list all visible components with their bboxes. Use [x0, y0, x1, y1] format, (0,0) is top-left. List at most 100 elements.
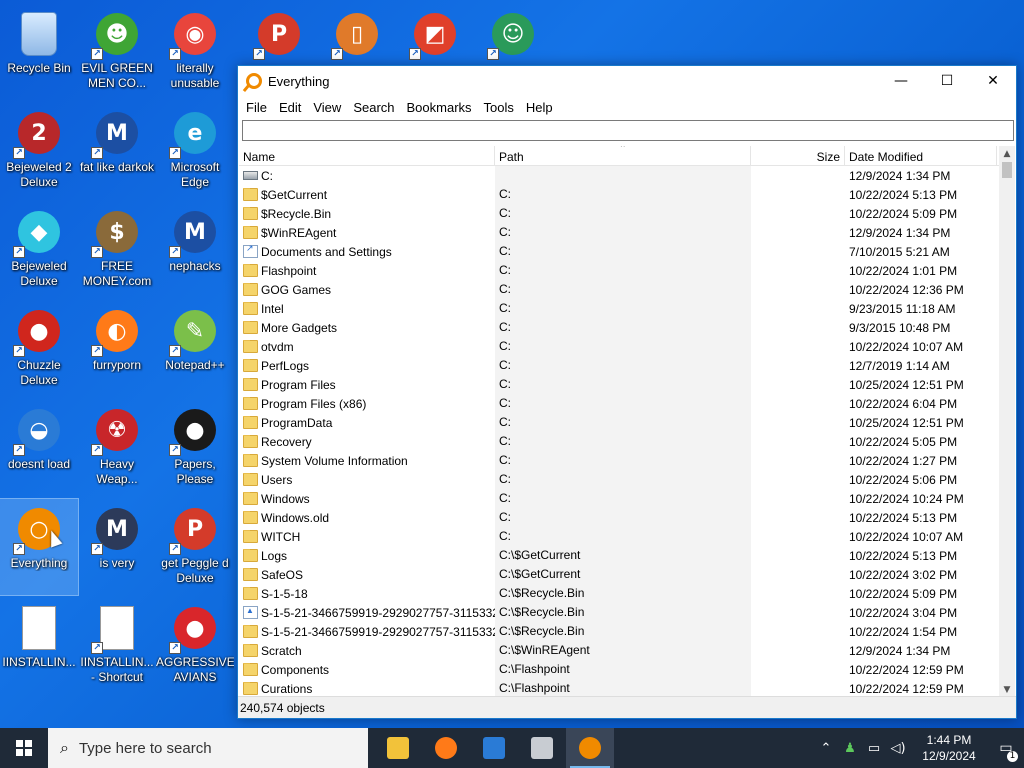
table-row[interactable]: GOG Games C: 10/22/2024 12:36 PM [239, 280, 1015, 299]
table-row[interactable]: S-1-5-21-3466759919-2929027757-3115332..… [239, 603, 1015, 622]
desktop-icon[interactable]: ✎ ↗ Notepad++ [156, 301, 234, 397]
taskbar-app-generic-app[interactable] [518, 728, 566, 768]
minimize-button[interactable]: — [878, 66, 924, 96]
desktop-icon[interactable]: IINSTALLIN... [0, 598, 78, 694]
notifications-icon[interactable]: ▭ 1 [988, 740, 1024, 762]
table-row[interactable]: Program Files C: 10/25/2024 12:51 PM [239, 375, 1015, 394]
table-row[interactable]: Components C:\Flashpoint 10/22/2024 12:59 … [239, 660, 1015, 679]
table-row[interactable]: Scratch C:\$WinREAgent 12/9/2024 1:34 PM [239, 641, 1015, 660]
cell-path: C: [495, 337, 751, 356]
maximize-button[interactable]: ☐ [924, 66, 970, 96]
table-row[interactable]: Windows.old C: 10/22/2024 5:13 PM [239, 508, 1015, 527]
table-row[interactable]: PerfLogs C: 12/7/2019 1:14 AM [239, 356, 1015, 375]
menu-bookmarks[interactable]: Bookmarks [401, 100, 478, 115]
taskbar-search-box[interactable]: ⌕ Type here to search [48, 728, 368, 768]
show-hidden-icons-icon[interactable]: ⌃ [814, 741, 838, 756]
taskbar-app-file-explorer[interactable] [374, 728, 422, 768]
cell-name: Intel [239, 301, 495, 316]
vertical-scrollbar[interactable]: ▲ ▼ [999, 146, 1015, 698]
start-button[interactable] [0, 728, 48, 768]
menu-search[interactable]: Search [347, 100, 400, 115]
table-row[interactable]: $GetCurrent C: 10/22/2024 5:13 PM [239, 185, 1015, 204]
desktop-icon[interactable]: $ ↗ FREE MONEY.com [78, 202, 156, 298]
desktop-icon[interactable]: ☻ ↗ EVIL GREEN MEN CO... [78, 4, 156, 100]
table-row[interactable]: SafeOS C:\$GetCurrent 10/22/2024 3:02 PM [239, 565, 1015, 584]
desktop-icon[interactable]: ◒ ↗ doesnt load [0, 400, 78, 496]
desktop-icon-image: ◒ ↗ [13, 406, 63, 456]
desktop-icon[interactable]: ● ↗ Papers, Please [156, 400, 234, 496]
network-icon[interactable]: ▭ [862, 741, 886, 756]
cell-date-modified: 10/25/2024 12:51 PM [849, 377, 964, 392]
table-row[interactable]: Users C: 10/22/2024 5:06 PM [239, 470, 1015, 489]
desktop-icon[interactable]: 2 ↗ Bejeweled 2 Deluxe [0, 103, 78, 199]
menu-view[interactable]: View [307, 100, 347, 115]
shortcut-arrow-icon: ↗ [169, 48, 181, 60]
people-icon[interactable]: ♟ [838, 741, 862, 756]
table-row[interactable]: Intel C: 9/23/2015 11:18 AM [239, 299, 1015, 318]
table-row[interactable]: ProgramData C: 10/25/2024 12:51 PM [239, 413, 1015, 432]
search-input[interactable] [242, 120, 1014, 141]
table-row[interactable]: C: 12/9/2024 1:34 PM [239, 166, 1015, 185]
menu-help[interactable]: Help [520, 100, 559, 115]
table-row[interactable]: Logs C:\$GetCurrent 10/22/2024 5:13 PM [239, 546, 1015, 565]
desktop-icon-label: furryporn [92, 358, 142, 372]
cell-name: Flashpoint [239, 263, 495, 278]
desktop-icon[interactable]: M ↗ nephacks [156, 202, 234, 298]
table-row[interactable]: $WinREAgent C: 12/9/2024 1:34 PM [239, 223, 1015, 242]
table-row[interactable]: Documents and Settings C: 7/10/2015 5:21 A… [239, 242, 1015, 261]
table-row[interactable]: S-1-5-18 C:\$Recycle.Bin 10/22/2024 5:09 P… [239, 584, 1015, 603]
table-row[interactable]: Windows C: 10/22/2024 10:24 PM [239, 489, 1015, 508]
desktop-icon-label: doesnt load [7, 457, 71, 471]
scroll-thumb[interactable] [1002, 162, 1012, 178]
title-bar[interactable]: Everything — ☐ ✕ [238, 66, 1016, 96]
close-button[interactable]: ✕ [970, 66, 1016, 96]
table-row[interactable]: S-1-5-21-3466759919-2929027757-3115332..… [239, 622, 1015, 641]
taskbar-app-everything[interactable] [566, 728, 614, 768]
column-header-name[interactable]: Name [239, 146, 495, 166]
column-header-size[interactable]: Size [751, 146, 845, 166]
menu-file[interactable]: File [240, 100, 273, 115]
table-row[interactable]: $Recycle.Bin C: 10/22/2024 5:09 PM [239, 204, 1015, 223]
desktop-icon[interactable]: P ↗ [240, 4, 318, 64]
folder-icon [243, 548, 258, 562]
desktop-icon[interactable]: ◐ ↗ furryporn [78, 301, 156, 397]
taskbar-app-firefox[interactable] [422, 728, 470, 768]
window-title: Everything [268, 73, 330, 89]
desktop-icon[interactable]: ● ↗ AGGRESSIVE AVIANS [156, 598, 234, 694]
cell-path: C: [495, 413, 751, 432]
cell-name: Scratch [239, 643, 495, 658]
desktop-icon[interactable]: ☢ ↗ Heavy Weap... [78, 400, 156, 496]
desktop-icon-image [15, 604, 63, 652]
volume-icon[interactable]: ◁) [886, 741, 910, 756]
cell-date-modified: 10/22/2024 5:13 PM [849, 510, 958, 525]
table-row[interactable]: Flashpoint C: 10/22/2024 1:01 PM [239, 261, 1015, 280]
cell-path: C: [495, 451, 751, 470]
desktop-icon[interactable]: ↗ IINSTALLIN... - Shortcut [78, 598, 156, 694]
desktop-icon[interactable]: M ↗ fat like darkok [78, 103, 156, 199]
folder-icon [243, 662, 258, 676]
desktop-icon[interactable]: ○ ↗ Everything [0, 498, 79, 596]
desktop-icon[interactable]: ◩ ↗ [396, 4, 474, 64]
desktop-icon[interactable]: P ↗ get Peggle d Deluxe [156, 499, 234, 595]
desktop-icon[interactable]: e ↗ Microsoft Edge [156, 103, 234, 199]
scroll-up-icon[interactable]: ▲ [999, 146, 1015, 162]
desktop-icon[interactable]: ▯ ↗ [318, 4, 396, 64]
table-row[interactable]: More Gadgets C: 9/3/2015 10:48 PM [239, 318, 1015, 337]
desktop-icon[interactable]: M ↗ is very [78, 499, 156, 595]
column-header-date-modified[interactable]: Date Modified [845, 146, 997, 166]
table-row[interactable]: WITCH C: 10/22/2024 10:07 AM [239, 527, 1015, 546]
taskbar-app-photos[interactable] [470, 728, 518, 768]
desktop-icon[interactable]: ● ↗ Chuzzle Deluxe [0, 301, 78, 397]
table-row[interactable]: Recovery C: 10/22/2024 5:05 PM [239, 432, 1015, 451]
desktop-icon[interactable]: ◆ ↗ Bejeweled Deluxe [0, 202, 78, 298]
desktop-icon[interactable]: Recycle Bin [0, 4, 78, 100]
table-row[interactable]: Program Files (x86) C: 10/22/2024 6:04 PM [239, 394, 1015, 413]
desktop-icon[interactable]: ◉ ↗ literally unusable [156, 4, 234, 100]
menu-tools[interactable]: Tools [478, 100, 520, 115]
clock[interactable]: 1:44 PM 12/9/2024 [910, 732, 988, 764]
table-row[interactable]: System Volume Information C: 10/22/2024 1:… [239, 451, 1015, 470]
table-row[interactable]: otvdm C: 10/22/2024 10:07 AM [239, 337, 1015, 356]
menu-edit[interactable]: Edit [273, 100, 307, 115]
desktop-icon[interactable]: ☺ ↗ [474, 4, 552, 64]
desktop-icon-label: Bejeweled 2 Deluxe [6, 160, 72, 189]
